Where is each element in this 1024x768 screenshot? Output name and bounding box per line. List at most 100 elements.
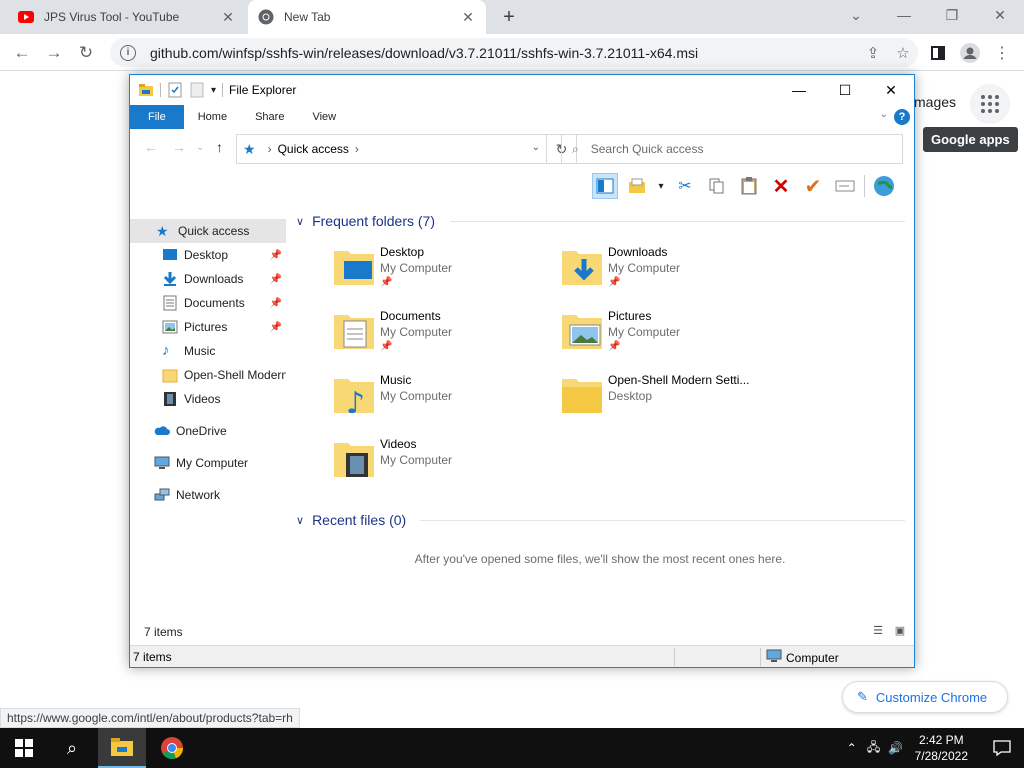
folder-location: Desktop [608,389,653,403]
address-dropdown-icon[interactable]: ⌄ [532,142,540,153]
info-icon[interactable]: i [120,44,136,61]
check-icon[interactable]: ✔ [800,173,826,199]
share-icon[interactable]: ⇪ [858,44,888,62]
close-button[interactable]: ✕ [976,0,1024,30]
recent-locations-icon[interactable]: ⌄ [196,142,204,153]
search-button[interactable]: ⌕ [48,728,96,768]
properties-icon[interactable] [167,82,183,98]
copy-icon[interactable] [704,173,730,199]
folder-tile-documents[interactable]: Documents My Computer 📌 [332,309,552,369]
forward-button[interactable]: → [40,39,68,67]
tab-new-tab[interactable]: New Tab ✕ [248,0,486,34]
explorer-address-bar[interactable]: ★ › Quick access › ⌄ [236,134,547,164]
folder-tile-music[interactable]: ♪ Music My Computer [332,373,552,433]
divider [450,221,905,222]
close-tab-icon[interactable]: ✕ [460,9,476,25]
chevron-right-icon[interactable]: › [355,142,359,156]
nav-label: OneDrive [176,424,227,438]
nav-music[interactable]: ♪ Music [130,339,286,363]
nav-onedrive[interactable]: OneDrive [130,419,286,443]
preview-pane-button[interactable] [592,173,618,199]
nav-desktop[interactable]: Desktop 📌 [130,243,286,267]
folder-tile-downloads[interactable]: Downloads My Computer 📌 [560,245,780,305]
folder-tile-videos[interactable]: Videos My Computer [332,437,552,497]
tab-file[interactable]: File [130,105,184,129]
close-tab-icon[interactable]: ✕ [220,9,236,25]
network-globe-icon[interactable] [871,173,897,199]
back-arrow-icon[interactable]: ← [144,139,158,155]
volume-icon[interactable]: 🔊 [885,741,907,755]
recent-files-header[interactable]: ∨ Recent files (0) [296,509,406,531]
nav-videos[interactable]: Videos [130,387,286,411]
folder-tile-pictures[interactable]: Pictures My Computer 📌 [560,309,780,369]
rename-icon[interactable] [832,173,858,199]
url-text[interactable]: github.com/winfsp/sshfs-win/releases/dow… [150,45,858,61]
address-bar[interactable]: i github.com/winfsp/sshfs-win/releases/d… [110,38,918,67]
address-location[interactable]: Quick access [278,142,349,156]
taskbar-chrome[interactable] [148,728,196,768]
large-icons-view-icon[interactable]: ▣ [892,623,908,637]
dropdown-icon[interactable]: ▾ [656,173,666,199]
classic-status-bar: 7 items Computer [130,645,914,667]
folder-tile-desktop[interactable]: Desktop My Computer 📌 [332,245,552,305]
explorer-title-bar[interactable]: ▾ File Explorer — ☐ ✕ [130,75,914,105]
frequent-folders-header[interactable]: ∨ Frequent folders (7) [296,210,435,232]
help-icon[interactable]: ? [894,109,910,125]
nav-my-computer[interactable]: My Computer [130,451,286,475]
more-menu-icon[interactable]: ⋮ [988,39,1016,67]
tab-youtube[interactable]: JPS Virus Tool - YouTube ✕ [8,0,246,34]
restore-button[interactable]: ❐ [928,0,976,30]
notification-button[interactable] [980,728,1024,768]
folder-options-icon[interactable] [624,173,650,199]
taskbar-file-explorer[interactable] [98,728,146,768]
chevron-up-icon[interactable]: ⌃ [841,741,863,755]
search-input[interactable]: ⌕ Search Quick access [561,134,903,164]
minimize-button[interactable]: — [880,0,928,30]
new-tab-button[interactable]: + [498,6,520,28]
delete-icon[interactable]: ✕ [768,173,794,199]
new-folder-icon[interactable] [189,82,205,98]
up-arrow-icon[interactable]: ↑ [216,139,223,155]
classic-toolbar: ▾ ✂ ✕ ✔ [592,171,897,201]
network-tray-icon[interactable]: 🖧 [863,738,885,759]
tab-share[interactable]: Share [241,105,298,129]
file-explorer-icon [111,738,133,756]
chevron-down-icon[interactable]: ⌄ [880,109,888,120]
reload-button[interactable]: ↻ [72,39,100,67]
images-link[interactable]: mages [914,94,956,110]
folder-tile-open-shell[interactable]: Open-Shell Modern Setti... Desktop [560,373,780,433]
chrome-icon [161,737,184,760]
qat-dropdown-icon[interactable]: ▾ [211,85,216,96]
profile-avatar[interactable] [956,39,984,67]
tab-home[interactable]: Home [184,105,241,129]
browser-window-controls: ⌄ — ❐ ✕ [832,0,1024,30]
nav-pictures[interactable]: Pictures 📌 [130,315,286,339]
forward-arrow-icon[interactable]: → [172,139,186,155]
back-button[interactable]: ← [8,39,36,67]
nav-network[interactable]: Network [130,483,286,507]
customize-chrome-button[interactable]: ✎ Customize Chrome [842,681,1008,713]
close-button[interactable]: ✕ [868,75,914,105]
details-view-icon[interactable]: ☰ [870,623,886,637]
chevron-right-icon[interactable]: › [268,142,272,156]
nav-documents[interactable]: Documents 📌 [130,291,286,315]
paste-icon[interactable] [736,173,762,199]
maximize-button[interactable]: ☐ [822,75,868,105]
nav-quick-access[interactable]: ★ Quick access [130,219,286,243]
minimize-button[interactable]: — [776,75,822,105]
chevron-down-icon[interactable]: ⌄ [832,0,880,30]
start-button[interactable] [0,728,48,768]
explorer-window-controls: — ☐ ✕ [776,75,914,105]
side-panel-icon[interactable] [924,39,952,67]
bookmark-star-icon[interactable]: ☆ [888,44,918,62]
pin-icon: 📌 [269,321,282,333]
nav-label: Network [176,488,221,502]
nav-downloads[interactable]: Downloads 📌 [130,267,286,291]
cut-icon[interactable]: ✂ [672,173,698,199]
nav-open-shell[interactable]: Open-Shell Modern [130,363,286,387]
apps-grid-icon [981,95,999,113]
google-apps-button[interactable] [970,84,1010,124]
folder-name: Videos [380,437,417,451]
clock[interactable]: 2:42 PM 7/28/2022 [915,732,968,764]
tab-view[interactable]: View [298,105,350,129]
